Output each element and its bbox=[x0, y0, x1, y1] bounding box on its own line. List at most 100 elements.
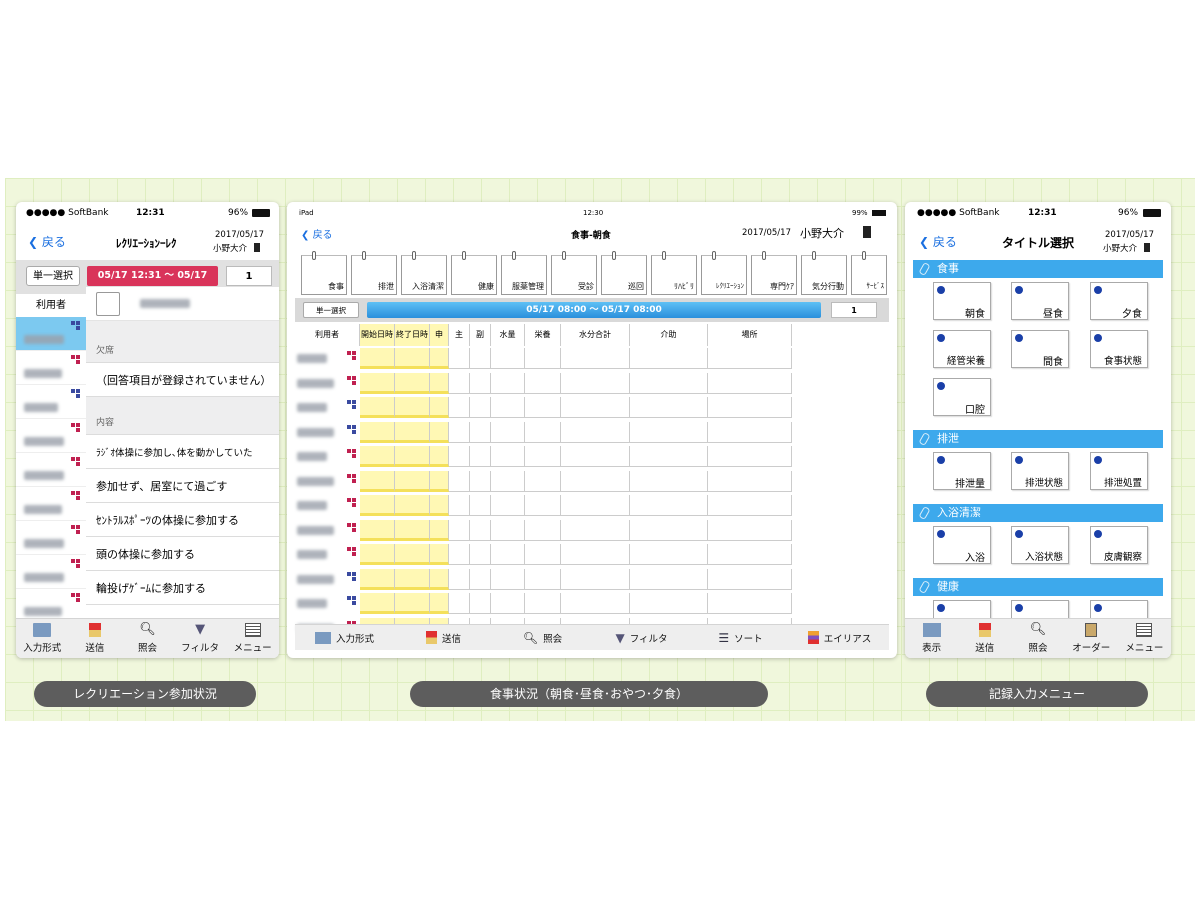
grid-cell[interactable] bbox=[630, 470, 708, 492]
table-row[interactable] bbox=[295, 593, 807, 615]
grid-cell[interactable] bbox=[430, 568, 449, 590]
user-item[interactable] bbox=[16, 385, 86, 419]
grid-cell[interactable] bbox=[630, 495, 708, 516]
page-number[interactable]: 1 bbox=[831, 302, 877, 318]
option-item[interactable]: 頭の体操に参加する bbox=[86, 537, 279, 571]
single-select-button[interactable]: 単一選択 bbox=[26, 266, 80, 286]
title-card[interactable]: 排泄状態 bbox=[1011, 452, 1069, 490]
category-header[interactable]: 排泄 bbox=[913, 430, 1163, 448]
grid-cell[interactable] bbox=[395, 446, 430, 467]
grid-cell[interactable] bbox=[525, 470, 561, 492]
grid-cell[interactable] bbox=[708, 544, 792, 565]
grid-cell[interactable] bbox=[470, 446, 491, 467]
grid-cell[interactable] bbox=[470, 348, 491, 369]
grid-cell[interactable] bbox=[449, 593, 470, 614]
grid-cell[interactable] bbox=[395, 519, 430, 541]
grid-cell[interactable] bbox=[360, 544, 395, 565]
grid-cell[interactable] bbox=[491, 397, 525, 418]
grid-cell[interactable] bbox=[430, 593, 449, 614]
option-item[interactable]: 輪投げｹﾞｰﾑに参加する bbox=[86, 571, 279, 605]
grid-cell[interactable] bbox=[630, 348, 708, 369]
logout-icon[interactable] bbox=[863, 226, 871, 238]
grid-cell[interactable] bbox=[561, 372, 630, 394]
grid-cell[interactable] bbox=[491, 348, 525, 369]
title-card[interactable]: 昼食 bbox=[1011, 282, 1069, 320]
tab-meal[interactable]: 食事 bbox=[301, 251, 347, 295]
grid-cell[interactable] bbox=[395, 397, 430, 418]
user-item[interactable] bbox=[16, 453, 86, 487]
grid-cell[interactable] bbox=[430, 348, 449, 369]
grid-cell[interactable] bbox=[470, 593, 491, 614]
date-range-button[interactable]: 05/17 08:00 ～ 05/17 08:00 bbox=[367, 302, 821, 318]
grid-cell[interactable] bbox=[708, 593, 792, 614]
category-header[interactable]: 入浴清潔 bbox=[913, 504, 1163, 522]
grid-cell[interactable] bbox=[360, 470, 395, 492]
grid-cell[interactable] bbox=[630, 397, 708, 418]
grid-cell[interactable] bbox=[491, 544, 525, 565]
input-format-button[interactable]: 入力形式 bbox=[295, 625, 394, 650]
grid-cell[interactable] bbox=[395, 421, 430, 443]
grid-cell[interactable] bbox=[491, 372, 525, 394]
grid-cell[interactable] bbox=[630, 421, 708, 443]
table-row[interactable] bbox=[295, 544, 807, 566]
grid-cell[interactable] bbox=[360, 421, 395, 443]
grid-cell[interactable] bbox=[708, 372, 792, 394]
title-card[interactable]: 朝食 bbox=[933, 282, 991, 320]
logout-icon[interactable] bbox=[254, 243, 260, 252]
grid-cell[interactable] bbox=[630, 568, 708, 590]
table-row[interactable] bbox=[295, 397, 807, 419]
table-row[interactable] bbox=[295, 470, 807, 493]
grid-cell[interactable] bbox=[449, 519, 470, 541]
tab-medication[interactable]: 服薬管理 bbox=[501, 251, 547, 295]
lookup-button[interactable]: 🔍︎ 照会 bbox=[493, 625, 592, 650]
grid-cell[interactable] bbox=[708, 446, 792, 467]
grid-cell[interactable] bbox=[430, 470, 449, 492]
grid-cell[interactable] bbox=[360, 397, 395, 418]
option-item[interactable]: ｾﾝﾄﾗﾙｽﾎﾟｰﾂの体操に参加する bbox=[86, 503, 279, 537]
grid-cell[interactable] bbox=[561, 421, 630, 443]
tab-excretion[interactable]: 排泄 bbox=[351, 251, 397, 295]
grid-cell[interactable] bbox=[561, 495, 630, 516]
grid-cell[interactable] bbox=[708, 470, 792, 492]
grid-cell[interactable] bbox=[430, 446, 449, 467]
grid-cell[interactable] bbox=[561, 568, 630, 590]
sort-button[interactable]: ☰ ソート bbox=[691, 625, 790, 650]
title-card[interactable]: 間食 bbox=[1011, 330, 1069, 368]
grid-cell[interactable] bbox=[430, 421, 449, 443]
option-item[interactable]: ﾗｼﾞｵ体操に参加し､体を動かしていた bbox=[86, 435, 279, 469]
tab-recreation[interactable]: ﾚｸﾘｴｰｼｮﾝ bbox=[701, 251, 747, 295]
grid-cell[interactable] bbox=[630, 544, 708, 565]
grid-cell[interactable] bbox=[470, 397, 491, 418]
grid-cell[interactable] bbox=[561, 519, 630, 541]
grid-cell[interactable] bbox=[708, 519, 792, 541]
option-item[interactable]: 参加せず、居室にて過ごす bbox=[86, 469, 279, 503]
title-card[interactable]: ｻｲﾝ bbox=[933, 600, 991, 618]
tab-service[interactable]: ｻｰﾋﾞｽ bbox=[851, 251, 887, 295]
user-item[interactable] bbox=[16, 317, 86, 351]
tab-mood[interactable]: 気分行動 bbox=[801, 251, 847, 295]
tab-rounds[interactable]: 巡回 bbox=[601, 251, 647, 295]
grid-cell[interactable] bbox=[360, 519, 395, 541]
grid-cell[interactable] bbox=[491, 470, 525, 492]
grid-cell[interactable] bbox=[525, 544, 561, 565]
alias-button[interactable]: エイリアス bbox=[790, 625, 889, 650]
order-button[interactable]: オーダー bbox=[1065, 619, 1118, 658]
grid-cell[interactable] bbox=[360, 372, 395, 394]
input-format-button[interactable]: 入力形式 bbox=[16, 619, 69, 658]
grid-cell[interactable] bbox=[360, 593, 395, 614]
grid-cell[interactable] bbox=[395, 470, 430, 492]
grid-cell[interactable] bbox=[525, 372, 561, 394]
filter-button[interactable]: ▼ フィルタ bbox=[174, 619, 227, 658]
grid-cell[interactable] bbox=[430, 544, 449, 565]
grid-cell[interactable] bbox=[630, 519, 708, 541]
filter-button[interactable]: ▼ フィルタ bbox=[592, 625, 691, 650]
lookup-button[interactable]: 🔍︎ 照会 bbox=[121, 619, 174, 658]
grid-cell[interactable] bbox=[491, 593, 525, 614]
grid-cell[interactable] bbox=[449, 495, 470, 516]
grid-cell[interactable] bbox=[449, 348, 470, 369]
grid-cell[interactable] bbox=[449, 421, 470, 443]
category-header[interactable]: 食事 bbox=[913, 260, 1163, 278]
user-item[interactable] bbox=[16, 521, 86, 555]
menu-button[interactable]: メニュー bbox=[1118, 619, 1171, 658]
grid-cell[interactable] bbox=[360, 568, 395, 590]
